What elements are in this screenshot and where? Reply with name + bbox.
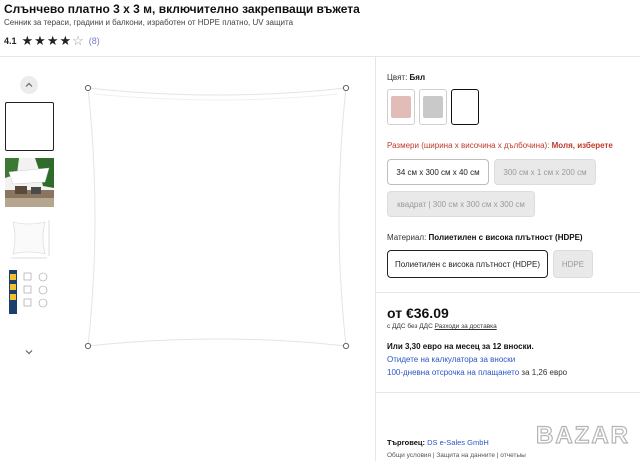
size-option-3[interactable]: квадрат | 300 см x 300 см x 300 см	[387, 191, 535, 217]
bazar-watermark-logo: BAZAR	[535, 421, 630, 449]
size-label-text: Размери (ширина х височина х дълбочина):	[387, 141, 550, 150]
material-value: Полиетилен с висока плътност (HDPE)	[428, 233, 583, 242]
thumbnail-3[interactable]	[5, 214, 54, 263]
star-icon: ★	[34, 33, 46, 48]
pricing-divider	[376, 392, 640, 393]
payment-deferral-link[interactable]: 100-дневна отсрочка на плащането	[387, 368, 519, 377]
material-option-hdpe[interactable]: HDPE	[553, 250, 593, 278]
thumbnail-scroll-down-button[interactable]	[20, 343, 38, 361]
material-label: Материал: Полиетилен с висока плътност (…	[387, 233, 583, 242]
header-divider	[0, 56, 640, 57]
main-product-image[interactable]	[80, 80, 356, 356]
star-icon: ★	[46, 33, 59, 48]
vat-text: с ДДС без ДДС	[387, 323, 433, 330]
seller-footer-links[interactable]: Общи условия | Защита на данните | отчет…	[387, 452, 526, 459]
swatch-chip	[423, 96, 443, 118]
color-swatch-pink[interactable]	[387, 89, 415, 125]
product-title: Слънчево платно 3 х 3 м, включително зак…	[4, 2, 360, 16]
star-empty-icon: ☆	[72, 33, 84, 48]
review-count-link[interactable]: (8)	[89, 36, 100, 46]
chevron-up-icon	[25, 82, 33, 87]
panel-divider	[375, 57, 376, 461]
product-subtitle: Сенник за тераси, градини и балкони, изр…	[4, 18, 294, 27]
options-divider	[376, 292, 640, 293]
payment-deferral: 100-дневна отсрочка на плащането за 1,26…	[387, 368, 567, 377]
seller-info: Търговец: DS e-Sales GmbH	[387, 438, 489, 447]
color-swatch-white[interactable]	[451, 89, 479, 125]
sail-diagram-thumbnail	[5, 214, 54, 263]
size-value: Моля, изберете	[551, 141, 613, 150]
size-label: Размери (ширина х височина х дълбочина):…	[387, 141, 613, 150]
material-label-text: Материал:	[387, 233, 427, 242]
thumbnail-2[interactable]	[5, 158, 54, 207]
shipping-costs-link[interactable]: Разходи за доставка	[435, 323, 497, 330]
chevron-down-icon	[25, 350, 33, 355]
payment-deferral-price: за 1,26 евро	[519, 368, 568, 377]
thumbnail-4[interactable]	[5, 268, 54, 317]
swatch-chip	[455, 96, 475, 118]
star-icon: ★	[21, 33, 34, 48]
star-icon: ★	[59, 33, 72, 48]
color-label-text: Цвят:	[387, 73, 408, 82]
size-option-1[interactable]: 34 см x 300 см x 40 см	[387, 159, 489, 185]
thumbnail-1[interactable]	[5, 102, 54, 151]
seller-label: Търговец:	[387, 438, 426, 447]
color-value: Бял	[409, 73, 426, 82]
garden-scene-thumbnail	[5, 158, 54, 207]
installment-calculator-link[interactable]: Отидете на калкулатора за вноски	[387, 355, 515, 364]
rating-row: 4.1 ★ ★ ★ ★ ☆ (8)	[4, 33, 100, 48]
infographic-thumbnail	[5, 268, 54, 317]
color-swatch-grey[interactable]	[419, 89, 447, 125]
rating-stars: ★ ★ ★ ★ ☆	[21, 33, 84, 48]
color-label: Цвят: Бял	[387, 73, 425, 82]
rating-value: 4.1	[4, 36, 17, 46]
seller-name-link[interactable]: DS e-Sales GmbH	[427, 438, 489, 447]
price: от €36.09	[387, 305, 449, 321]
material-option-hdpe-full[interactable]: Полиетилен с висока плътност (HDPE)	[387, 250, 548, 278]
swatch-chip	[391, 96, 411, 118]
installment-text: Или 3,30 евро на месец за 12 вноски.	[387, 342, 534, 351]
thumbnail-scroll-up-button[interactable]	[20, 76, 38, 94]
size-option-2[interactable]: 300 см x 1 см x 200 см	[494, 159, 596, 185]
svg-text:BAZAR: BAZAR	[536, 422, 630, 449]
vat-note: с ДДС без ДДС Разходи за доставка	[387, 323, 497, 330]
